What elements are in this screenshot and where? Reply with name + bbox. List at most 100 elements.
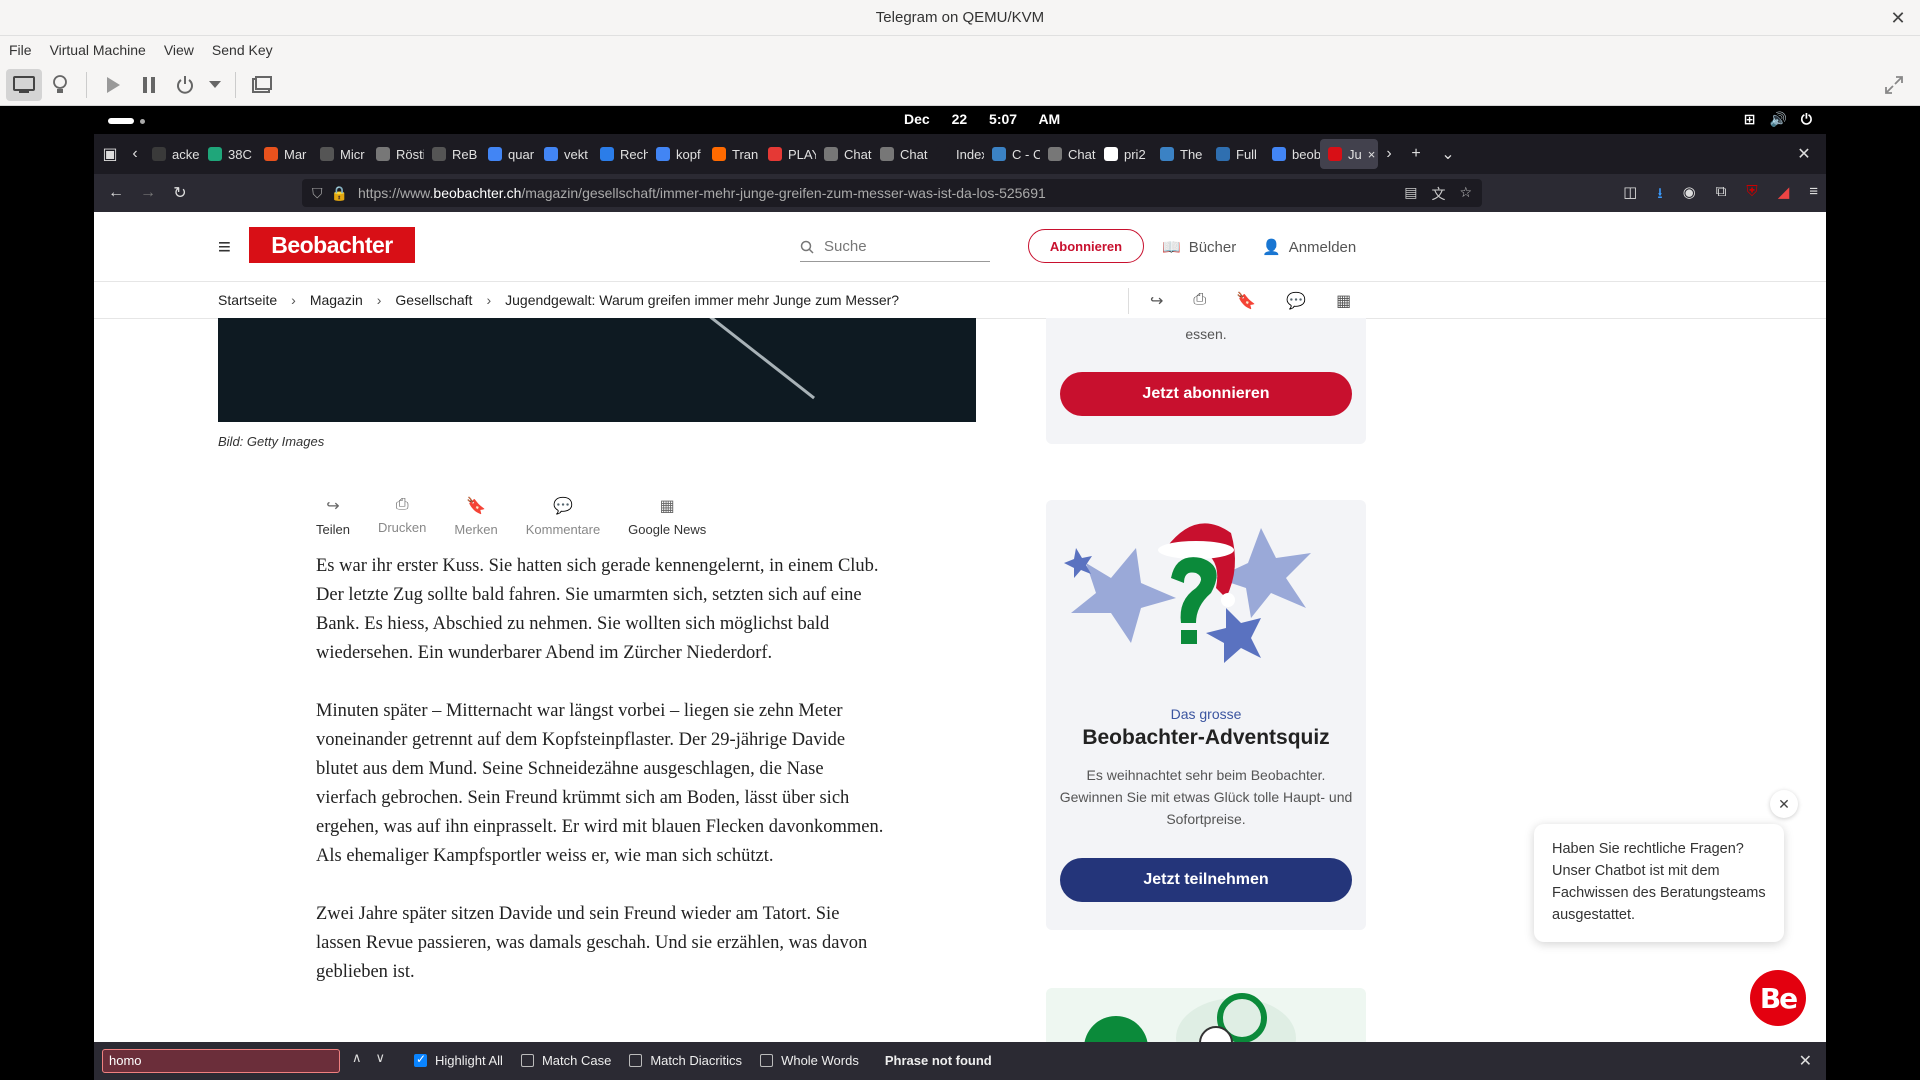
activities-indicator[interactable]: [108, 118, 134, 124]
browser-tab[interactable]: beob: [1264, 139, 1320, 169]
breadcrumb-home[interactable]: Startseite: [218, 292, 277, 308]
menu-icon[interactable]: ≡: [218, 234, 231, 260]
find-next-icon[interactable]: ∨: [376, 1050, 386, 1066]
snapshot-icon[interactable]: [244, 69, 280, 101]
chat-close-button[interactable]: ✕: [1770, 790, 1798, 818]
shield-icon[interactable]: ⛉: [312, 185, 323, 202]
tab-close-icon[interactable]: ×: [1368, 147, 1376, 162]
bookmark-star-icon[interactable]: ☆: [1459, 184, 1472, 204]
browser-tab[interactable]: Chat: [1040, 139, 1096, 169]
chatbot-avatar[interactable]: Be: [1750, 970, 1806, 1026]
new-tab-icon[interactable]: +: [1400, 145, 1432, 163]
web-page: ≡ Beobachter Suche Abonnieren 📖 Bücher 👤 A…: [94, 212, 1826, 1042]
browser-tab[interactable]: ReB: [424, 139, 480, 169]
browser-tab[interactable]: Full: [1208, 139, 1264, 169]
browser-tab[interactable]: C - C: [984, 139, 1040, 169]
find-close-icon[interactable]: ✕: [1799, 1051, 1812, 1071]
share-action[interactable]: ↪ Teilen: [316, 496, 350, 537]
lock-icon[interactable]: 🔒: [331, 185, 348, 202]
match-diacritics-checkbox[interactable]: Match Diacritics: [629, 1053, 742, 1068]
menu-view[interactable]: View: [155, 42, 203, 58]
window-close-icon[interactable]: ✕: [1788, 144, 1820, 164]
browser-tab[interactable]: Index of: [928, 139, 984, 169]
browser-tab[interactable]: The: [1152, 139, 1208, 169]
fullscreen-icon[interactable]: [1876, 69, 1912, 101]
tab-overview-icon[interactable]: ▣: [94, 144, 126, 164]
browser-tab[interactable]: pri2: [1096, 139, 1152, 169]
share-icon[interactable]: ↪: [1150, 291, 1163, 311]
forward-icon[interactable]: →: [132, 184, 164, 202]
browser-tab[interactable]: Tran: [704, 139, 760, 169]
menu-file[interactable]: File: [0, 42, 41, 58]
power-menu-icon: ⏻: [1800, 111, 1812, 127]
reader-view-icon[interactable]: ▤: [1404, 184, 1417, 204]
url-bar[interactable]: ⛉ 🔒 https://www. beobachter.ch/magazin/ge…: [302, 179, 1482, 207]
breadcrumb-gesellschaft[interactable]: Gesellschaft: [395, 292, 472, 308]
login-link[interactable]: 👤 Anmelden: [1262, 238, 1356, 257]
print-icon[interactable]: ⎙: [1193, 291, 1206, 311]
google-news-icon[interactable]: ▦: [1336, 291, 1351, 311]
console-icon[interactable]: [6, 68, 42, 101]
browser-tab[interactable]: 38C: [200, 139, 256, 169]
match-case-checkbox[interactable]: Match Case: [520, 1053, 611, 1068]
comment-icon[interactable]: 💬: [1286, 291, 1306, 311]
back-icon[interactable]: ←: [100, 184, 132, 202]
browser-tab[interactable]: kopf: [648, 139, 704, 169]
tab-scroll-right-icon[interactable]: ›: [1378, 145, 1400, 163]
ublock-icon[interactable]: ⛨: [1746, 183, 1757, 208]
clock[interactable]: Dec 22 5:07 AM: [904, 111, 1060, 127]
browser-tab[interactable]: ackers: [144, 139, 200, 169]
browser-tab[interactable]: Micr: [312, 139, 368, 169]
browser-tab[interactable]: PLAY: [760, 139, 816, 169]
browser-tab[interactable]: quar: [480, 139, 536, 169]
browser-tab[interactable]: Rösti: [368, 139, 424, 169]
find-input[interactable]: homo: [102, 1049, 340, 1073]
play-icon[interactable]: [95, 69, 131, 101]
extension-red-icon[interactable]: ◢: [1778, 183, 1790, 208]
tab-scroll-left-icon[interactable]: ‹: [126, 145, 144, 163]
tab-list-chevron-icon[interactable]: ⌄: [1432, 144, 1464, 164]
bookmark-icon[interactable]: 🔖: [1236, 291, 1256, 311]
find-previous-icon[interactable]: ∧: [352, 1050, 362, 1066]
bookmark-action[interactable]: 🔖 Merken: [454, 496, 497, 537]
browser-tab[interactable]: Rech: [592, 139, 648, 169]
tab-active[interactable]: Ju ×: [1320, 139, 1378, 169]
lightbulb-icon[interactable]: [42, 69, 78, 101]
browser-tab[interactable]: Chat: [872, 139, 928, 169]
power-icon[interactable]: [167, 69, 203, 101]
hamburger-menu-icon[interactable]: ≡: [1809, 183, 1818, 208]
browser-tab[interactable]: Mar: [256, 139, 312, 169]
system-tray[interactable]: ⊞ 🔊 ⏻: [1744, 111, 1812, 128]
advent-quiz-box: Das grosse Beobachter-Adventsquiz Es wei…: [1046, 500, 1366, 930]
account-icon[interactable]: ◉: [1683, 183, 1696, 208]
pocket-icon[interactable]: ◫: [1623, 183, 1637, 208]
browser-tab[interactable]: vekt: [536, 139, 592, 169]
translate-icon[interactable]: 文: [1431, 184, 1445, 204]
tab-label: Tran: [732, 146, 759, 162]
whole-words-checkbox[interactable]: Whole Words: [760, 1053, 859, 1068]
site-search[interactable]: Suche: [800, 232, 990, 262]
join-quiz-button[interactable]: Jetzt teilnehmen: [1060, 858, 1352, 902]
browser-tab[interactable]: Chat: [816, 139, 872, 169]
article-body: Es war ihr erster Kuss. Sie hatten sich …: [316, 552, 888, 1016]
extensions-icon[interactable]: ⧉: [1716, 183, 1727, 208]
close-icon[interactable]: ✕: [1888, 8, 1908, 28]
print-action[interactable]: ⎙ Drucken: [378, 496, 426, 537]
subscribe-button[interactable]: Abonnieren: [1028, 229, 1144, 263]
breadcrumb-magazin[interactable]: Magazin: [310, 292, 363, 308]
google-news-action[interactable]: ▦ Google News: [628, 496, 706, 537]
download-icon[interactable]: ⭳: [1657, 183, 1662, 208]
find-nav: ∧ ∨: [352, 1050, 385, 1066]
chatbot-bubble[interactable]: Haben Sie rechtliche Fragen? Unser Chatb…: [1534, 824, 1784, 942]
reload-icon[interactable]: ↻: [164, 183, 196, 203]
menu-send-key[interactable]: Send Key: [203, 42, 282, 58]
browser-window: ▣ ‹ ackers 38C Mar Micr Rösti ReB quar vekt Rech…: [94, 134, 1826, 1080]
books-link[interactable]: 📖 Bücher: [1162, 238, 1236, 257]
chevron-down-icon[interactable]: [203, 69, 227, 101]
site-logo[interactable]: Beobachter: [249, 227, 415, 263]
highlight-all-checkbox[interactable]: Highlight All: [414, 1052, 503, 1068]
subscribe-now-button[interactable]: Jetzt abonnieren: [1060, 372, 1352, 416]
pause-icon[interactable]: [131, 69, 167, 101]
comments-action[interactable]: 💬 Kommentare: [526, 496, 600, 537]
menu-virtual-machine[interactable]: Virtual Machine: [41, 42, 155, 58]
